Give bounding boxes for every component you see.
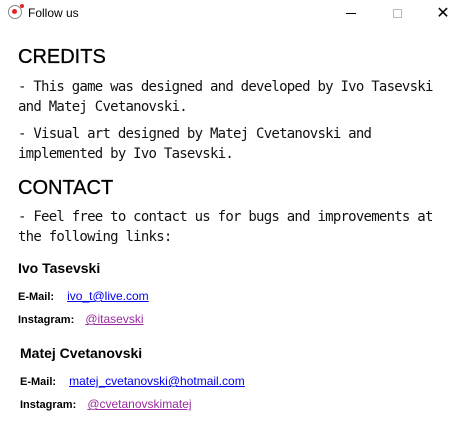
instagram-label: Instagram: bbox=[20, 399, 77, 411]
contact-intro: - Feel free to contact us for bugs and i… bbox=[18, 209, 433, 245]
email-row-ivo: E-Mail: ivo_t@live.com bbox=[18, 289, 149, 304]
credits-line-1: - This game was designed and developed b… bbox=[18, 79, 433, 115]
instagram-label: Instagram: bbox=[18, 314, 75, 326]
follow-us-content: CREDITS - This game was designed and dev… bbox=[0, 0, 466, 441]
email-link-matej[interactable]: matej_cvetanovski@hotmail.com bbox=[69, 374, 245, 388]
email-label: E-Mail: bbox=[20, 376, 57, 388]
instagram-link-matej[interactable]: @cvetanovskimatej bbox=[87, 397, 191, 411]
instagram-link-ivo[interactable]: @itasevski bbox=[85, 312, 143, 326]
credits-heading: CREDITS bbox=[18, 46, 106, 68]
email-link-ivo[interactable]: ivo_t@live.com bbox=[67, 289, 149, 303]
instagram-row-ivo: Instagram: @itasevski bbox=[18, 312, 144, 327]
credits-line-2: - Visual art designed by Matej Cvetanovs… bbox=[18, 126, 372, 162]
instagram-row-matej: Instagram: @cvetanovskimatej bbox=[20, 397, 192, 412]
contact-heading: CONTACT bbox=[18, 177, 114, 199]
email-label: E-Mail: bbox=[18, 291, 55, 303]
person-name-ivo: Ivo Tasevski bbox=[18, 260, 101, 276]
email-row-matej: E-Mail: matej_cvetanovski@hotmail.com bbox=[20, 374, 245, 389]
person-name-matej: Matej Cvetanovski bbox=[20, 345, 143, 361]
